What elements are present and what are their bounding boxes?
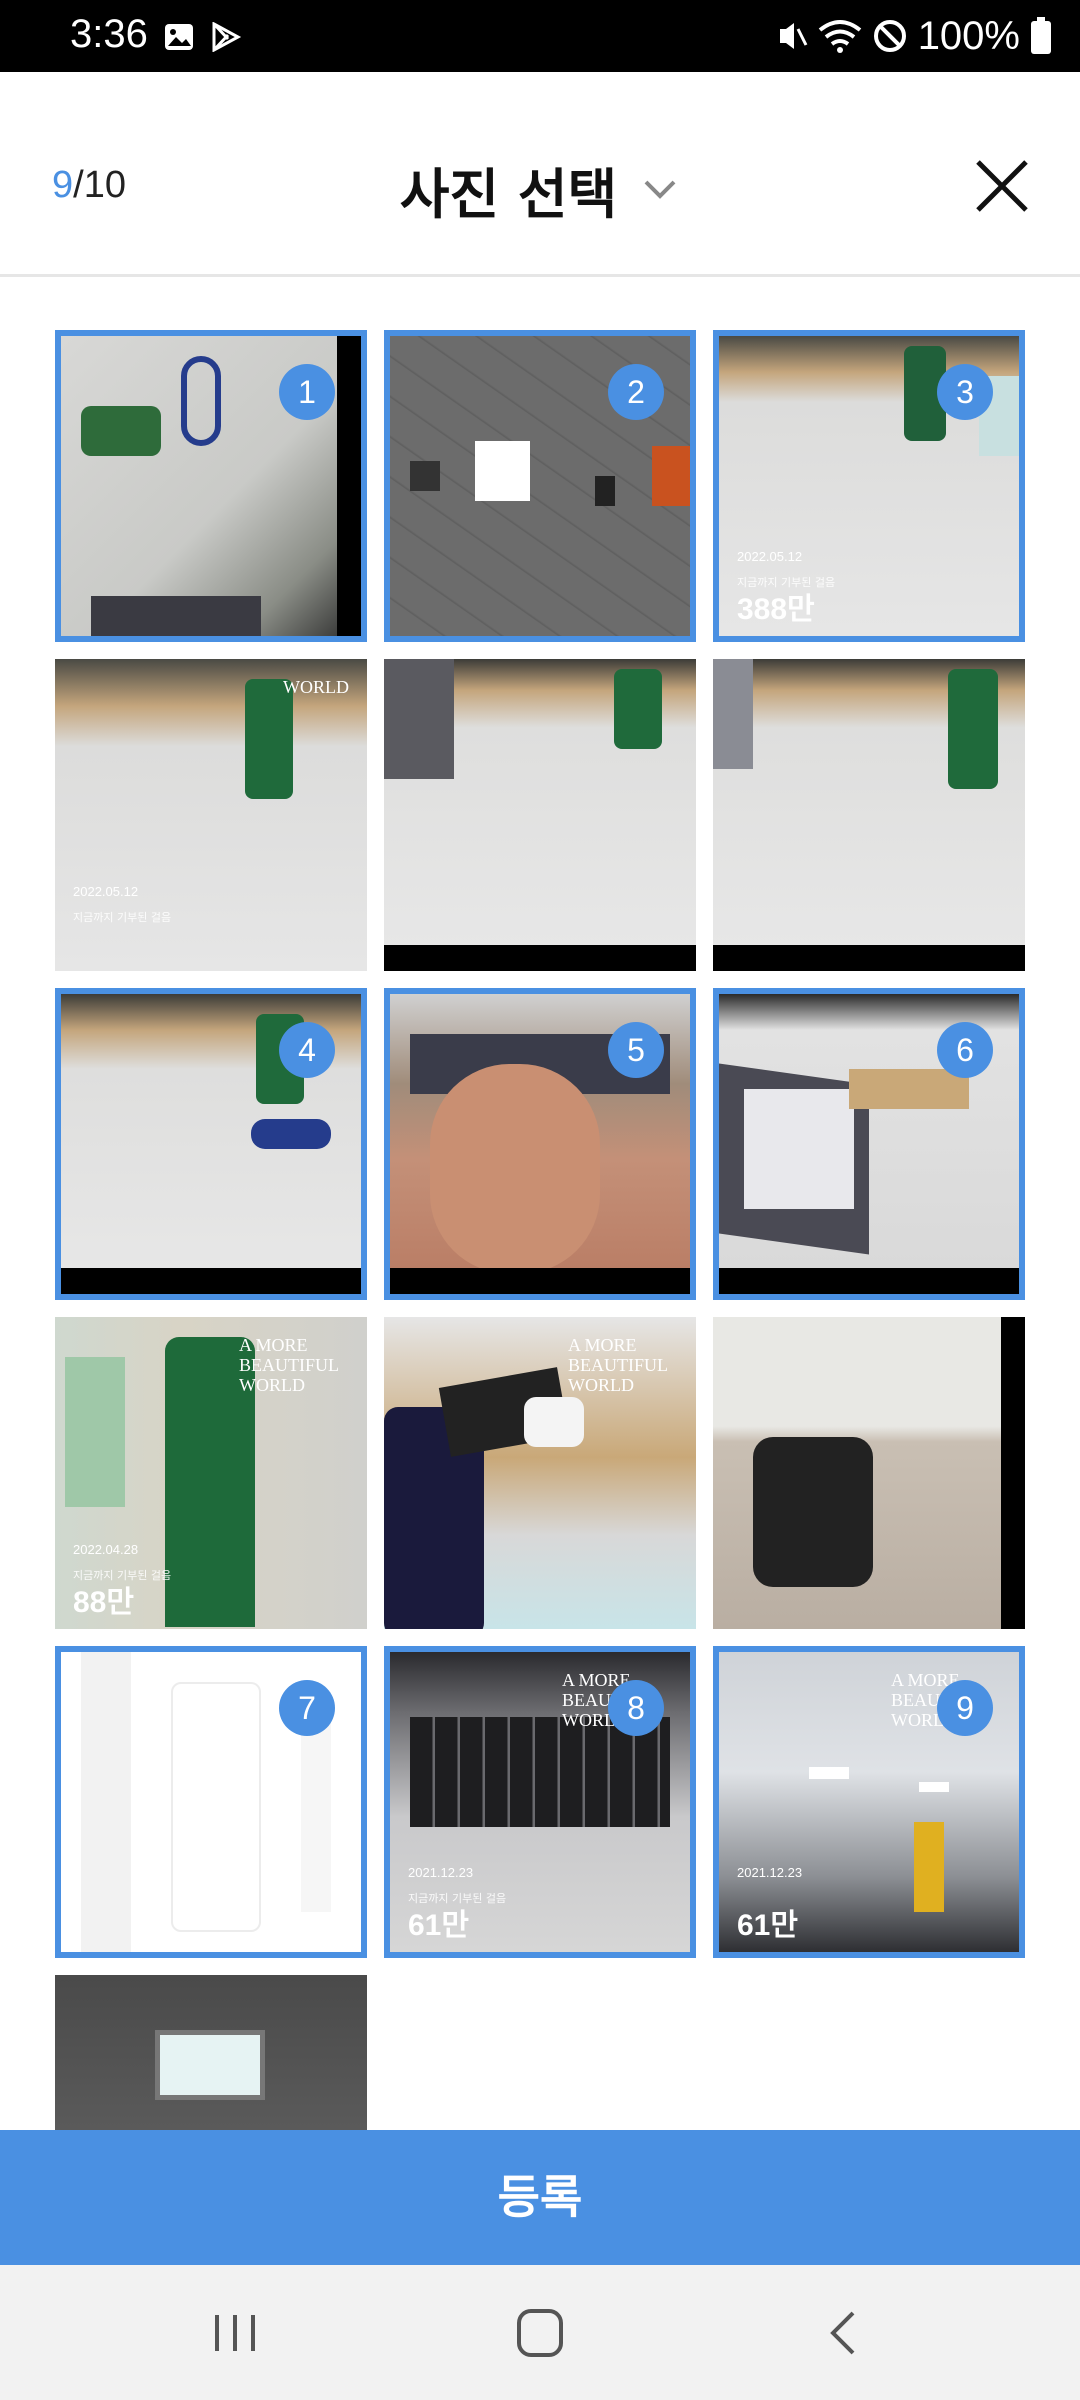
photo-tile[interactable]: A MORE BEAUTIFUL WORLD 8 2021.12.23 지금까지… xyxy=(384,1646,696,1958)
register-button[interactable]: 등록 xyxy=(0,2130,1080,2265)
letterbox-bar xyxy=(390,1268,690,1294)
page-title[interactable]: 사진 선택 xyxy=(400,150,618,229)
overlay-value: 88만 xyxy=(73,1586,134,1619)
vibrate-icon xyxy=(779,23,808,49)
home-icon[interactable] xyxy=(510,2307,570,2359)
status-bar: 3:36 100% xyxy=(0,0,1080,72)
battery-icon xyxy=(1031,17,1051,54)
battery-percent: 100% xyxy=(917,13,1020,58)
recents-icon[interactable] xyxy=(205,2307,265,2359)
selection-badge: 6 xyxy=(937,1022,993,1078)
photo-tile[interactable]: 5 xyxy=(384,988,696,1300)
photo-tile[interactable]: A MORE BEAUTIFUL WORLD xyxy=(384,1317,696,1629)
photo-thumbnail xyxy=(713,659,1025,971)
photo-tile[interactable]: 4 xyxy=(55,988,367,1300)
gallery-notification-icon xyxy=(165,24,193,50)
header: 9/10 사진 선택 xyxy=(0,72,1080,277)
overlay-logo: A MORE BEAUTIFUL WORLD xyxy=(568,1335,668,1395)
selection-badge: 9 xyxy=(937,1680,993,1736)
photo-tile[interactable]: 6 xyxy=(713,988,1025,1300)
play-store-icon xyxy=(212,22,242,52)
selection-badge: 8 xyxy=(608,1680,664,1736)
photo-thumbnail xyxy=(713,1317,1025,1629)
photo-tile[interactable]: 3 2022.05.12 지금까지 기부된 걸음 388만 xyxy=(713,330,1025,642)
overlay-date: 2021.12.23 xyxy=(408,1865,474,1880)
letterbox-bar xyxy=(719,1268,1019,1294)
overlay-date: 2022.05.12 xyxy=(73,884,139,899)
close-icon[interactable] xyxy=(974,158,1030,214)
overlay-date: 2021.12.23 xyxy=(737,1865,803,1880)
back-icon[interactable] xyxy=(815,2307,875,2359)
photo-tile[interactable] xyxy=(55,1975,367,2130)
photo-tile[interactable]: 2 xyxy=(384,330,696,642)
overlay-date: 2022.05.12 xyxy=(737,549,803,564)
photo-tile[interactable]: 1 xyxy=(55,330,367,642)
overlay-subtitle: 지금까지 기부된 걸음 xyxy=(73,911,172,924)
album-selector[interactable]: 사진 선택 xyxy=(0,150,1080,229)
letterbox-bar xyxy=(713,945,1025,971)
overlay-value: 61만 xyxy=(408,1909,469,1942)
overlay-value: 61만 xyxy=(737,1909,798,1942)
chevron-down-icon[interactable] xyxy=(640,170,680,210)
do-not-disturb-icon xyxy=(873,20,906,52)
selection-badge: 4 xyxy=(279,1022,335,1078)
overlay-logo: WORLD xyxy=(283,677,349,697)
selection-badge: 2 xyxy=(608,364,664,420)
photo-tile[interactable] xyxy=(713,1317,1025,1629)
overlay-date: 2022.04.28 xyxy=(73,1542,139,1557)
photo-tile[interactable] xyxy=(713,659,1025,971)
photo-thumbnail xyxy=(55,1975,367,2130)
photo-tile[interactable] xyxy=(384,659,696,971)
wifi-icon xyxy=(818,20,861,53)
status-time: 3:36 xyxy=(70,12,148,56)
photo-tile[interactable]: A MORE BEAUTIFUL WORLD 9 2021.12.23 61만 xyxy=(713,1646,1025,1958)
letterbox-bar xyxy=(61,1268,361,1294)
photo-thumbnail xyxy=(384,659,696,971)
selection-badge: 5 xyxy=(608,1022,664,1078)
photo-tile[interactable]: WORLD 2022.05.12 지금까지 기부된 걸음 xyxy=(55,659,367,971)
overlay-logo: A MORE BEAUTIFUL WORLD xyxy=(239,1335,339,1395)
letterbox-bar xyxy=(384,945,696,971)
navigation-bar xyxy=(0,2265,1080,2400)
selection-badge: 7 xyxy=(279,1680,335,1736)
photo-tile[interactable]: 7 xyxy=(55,1646,367,1958)
selection-badge: 3 xyxy=(937,364,993,420)
photo-tile[interactable]: A MORE BEAUTIFUL WORLD 2022.04.28 지금까지 기… xyxy=(55,1317,367,1629)
overlay-value: 388만 xyxy=(737,593,815,626)
selection-badge: 1 xyxy=(279,364,335,420)
